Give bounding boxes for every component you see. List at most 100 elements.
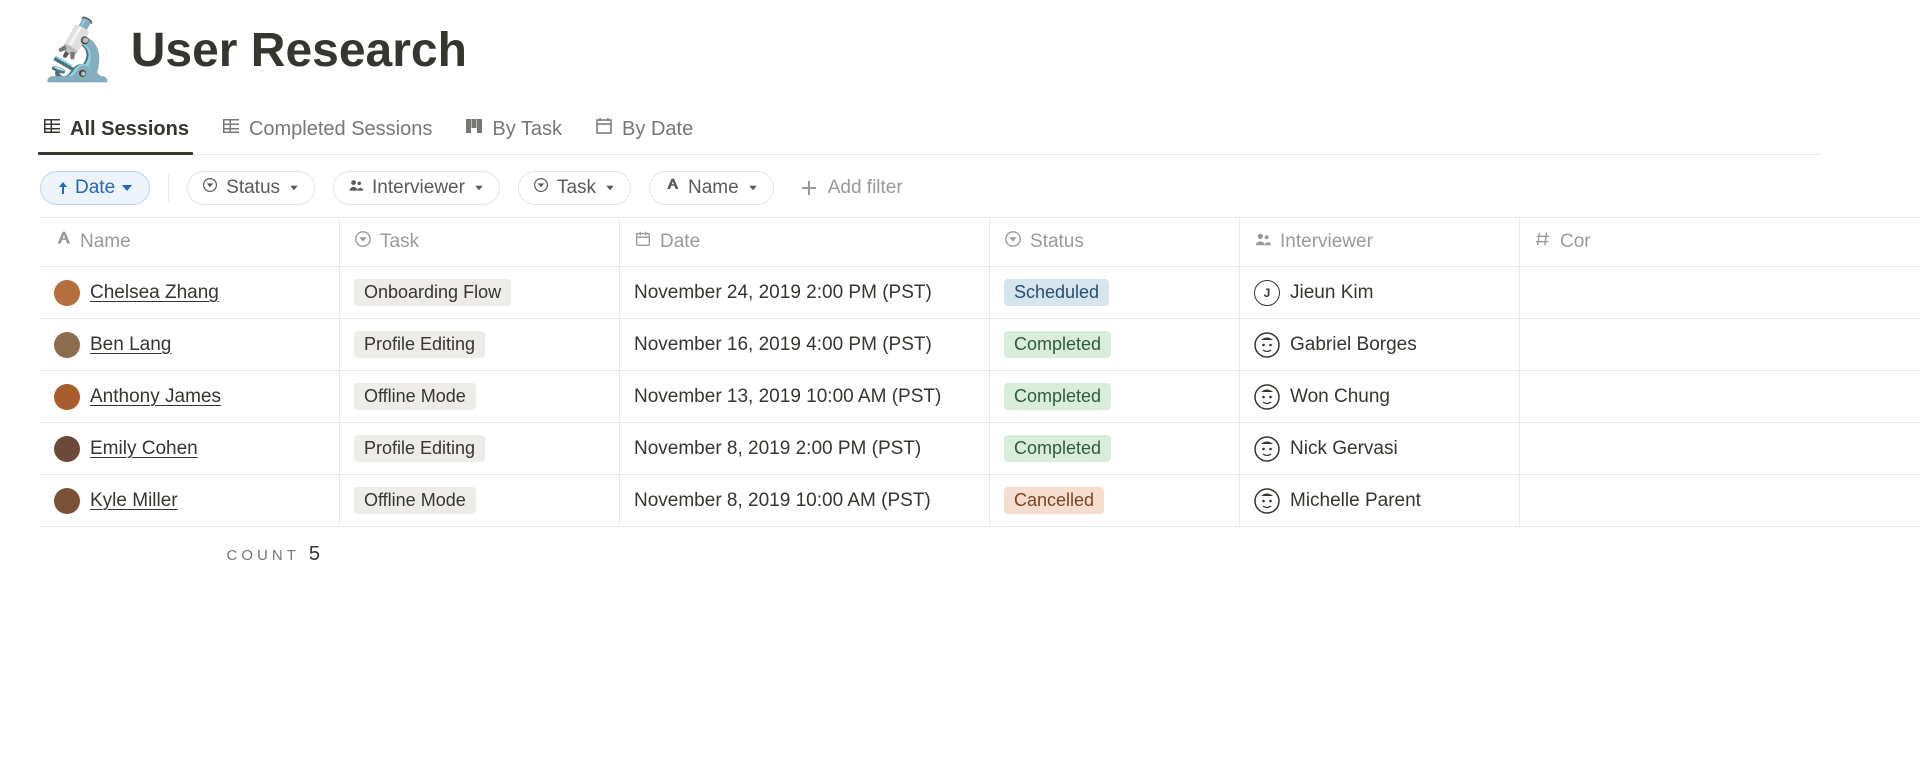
tab-by-task[interactable]: By Task [462,108,564,154]
filter-sort-bar: Date Status Interviewer Task Name Add filte… [40,155,1920,217]
cell-name[interactable]: Kyle Miller [40,475,340,526]
row-title[interactable]: Ben Lang [90,334,171,356]
cell-interviewer[interactable]: Nick Gervasi [1240,423,1520,474]
table-view-icon [221,116,241,142]
row-title[interactable]: Emily Cohen [90,438,198,460]
cell-status[interactable]: Completed [990,423,1240,474]
table-row[interactable]: Anthony James Offline ModeNovember 13, 20… [40,371,1920,423]
task-tag: Onboarding Flow [354,279,511,306]
cell-interviewer[interactable]: Michelle Parent [1240,475,1520,526]
column-header-name[interactable]: Name [40,218,340,266]
tab-label: By Date [622,118,693,141]
cell-name[interactable]: Ben Lang [40,319,340,370]
avatar [54,280,80,306]
page-title[interactable]: User Research [131,23,467,78]
column-label: Date [660,231,700,253]
data-table: Name Task Date Status Interviewer Cor Chelsea… [40,217,1920,527]
filter-label: Name [688,177,739,199]
table-footer: COUNT 5 [40,527,1920,566]
table-view-icon [42,116,62,142]
cell-task[interactable]: Onboarding Flow [340,267,620,318]
filter-chip-status[interactable]: Status [187,171,315,205]
cell-name[interactable]: Emily Cohen [40,423,340,474]
tab-all-sessions[interactable]: All Sessions [40,108,191,154]
status-badge: Completed [1004,383,1111,410]
table-row[interactable]: Chelsea Zhang Onboarding Flow November 24,… [40,267,1920,319]
interviewer-name: Nick Gervasi [1290,438,1398,460]
select-icon [202,177,218,199]
date-value: November 24, 2019 2:00 PM (PST) [634,282,932,304]
cell-status[interactable]: Cancelled [990,475,1240,526]
column-label: Task [380,231,419,253]
cell-cor[interactable] [1520,423,1600,474]
column-header-task[interactable]: Task [340,218,620,266]
date-value: November 8, 2019 2:00 PM (PST) [634,438,921,460]
cell-interviewer[interactable]: JJieun Kim [1240,267,1520,318]
date-value: November 8, 2019 10:00 AM (PST) [634,490,931,512]
sort-ascending-icon [55,180,71,196]
row-title[interactable]: Kyle Miller [90,490,178,512]
avatar: J [1254,280,1280,306]
cell-task[interactable]: Profile Editing [340,423,620,474]
tab-label: All Sessions [70,118,189,141]
sort-chip-date[interactable]: Date [40,171,150,205]
column-header-interviewer[interactable]: Interviewer [1240,218,1520,266]
filter-label: Task [557,177,596,199]
cell-date[interactable]: November 13, 2019 10:00 AM (PST) [620,371,990,422]
column-header-status[interactable]: Status [990,218,1240,266]
cell-status[interactable]: Completed [990,371,1240,422]
page-icon[interactable]: 🔬 [40,20,115,80]
board-view-icon [464,116,484,142]
cell-task[interactable]: Profile Editing [340,319,620,370]
cell-interviewer[interactable]: Gabriel Borges [1240,319,1520,370]
divider [168,174,169,202]
table-row[interactable]: Emily Cohen Profile Editing November 8, 20… [40,423,1920,475]
add-filter-button[interactable]: Add filter [792,173,911,203]
cell-name[interactable]: Chelsea Zhang [40,267,340,318]
column-header-cor[interactable]: Cor [1520,218,1600,266]
people-icon [348,177,364,199]
cell-date[interactable]: November 8, 2019 2:00 PM (PST) [620,423,990,474]
row-title[interactable]: Anthony James [90,386,221,408]
avatar [54,436,80,462]
filter-chip-task[interactable]: Task [518,171,631,205]
cell-interviewer[interactable]: Won Chung [1240,371,1520,422]
tab-completed-sessions[interactable]: Completed Sessions [219,108,434,154]
column-label: Interviewer [1280,231,1373,253]
table-body: Chelsea Zhang Onboarding Flow November 24,… [40,267,1920,527]
cell-status[interactable]: Scheduled [990,267,1240,318]
status-badge: Completed [1004,435,1111,462]
interviewer-name: Gabriel Borges [1290,334,1417,356]
chevron-down-icon [119,180,135,196]
number-icon [1534,230,1552,254]
cell-cor[interactable] [1520,267,1600,318]
column-header-date[interactable]: Date [620,218,990,266]
filter-chip-name[interactable]: Name [649,171,774,205]
chevron-down-icon [747,180,759,196]
cell-date[interactable]: November 16, 2019 4:00 PM (PST) [620,319,990,370]
cell-status[interactable]: Completed [990,319,1240,370]
cell-cor[interactable] [1520,371,1600,422]
chevron-down-icon [473,180,485,196]
cell-task[interactable]: Offline Mode [340,371,620,422]
calendar-view-icon [594,116,614,142]
column-label: Name [80,231,131,253]
task-tag: Profile Editing [354,435,485,462]
filter-chip-interviewer[interactable]: Interviewer [333,171,500,205]
filter-label: Interviewer [372,177,465,199]
cell-date[interactable]: November 8, 2019 10:00 AM (PST) [620,475,990,526]
cell-name[interactable]: Anthony James [40,371,340,422]
avatar [54,332,80,358]
count-cell[interactable]: COUNT 5 [40,543,340,566]
status-badge: Completed [1004,331,1111,358]
avatar [54,488,80,514]
people-icon [1254,230,1272,254]
table-row[interactable]: Ben Lang Profile EditingNovember 16, 2019… [40,319,1920,371]
cell-cor[interactable] [1520,475,1600,526]
cell-task[interactable]: Offline Mode [340,475,620,526]
table-row[interactable]: Kyle Miller Offline Mode November 8, 2019 … [40,475,1920,527]
cell-date[interactable]: November 24, 2019 2:00 PM (PST) [620,267,990,318]
row-title[interactable]: Chelsea Zhang [90,282,219,304]
tab-by-date[interactable]: By Date [592,108,695,154]
cell-cor[interactable] [1520,319,1600,370]
